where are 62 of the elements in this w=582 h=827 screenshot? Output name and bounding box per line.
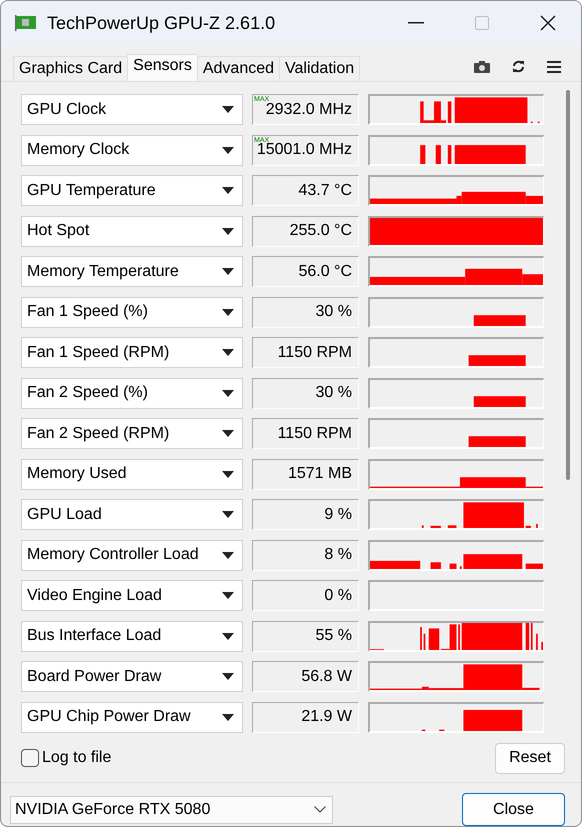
sensor-value: 43.7 °C [252,175,359,206]
sensor-dropdown[interactable]: Memory Controller Load [21,540,243,570]
minimize-icon[interactable] [408,22,424,24]
caret-icon [222,146,234,154]
sensor-dropdown[interactable]: GPU Chip Power Draw [21,702,243,732]
caret-icon [222,511,234,518]
reset-button[interactable]: Reset [495,742,565,774]
tab[interactable]: Validation [279,56,360,81]
sensor-value: 9 % [252,499,359,530]
checkbox-label: Log to file [42,749,112,767]
caret-icon [222,187,234,194]
sensor-value: 8 % [252,540,359,570]
sensor-dropdown[interactable]: Fan 1 Speed (RPM) [21,337,243,368]
sensor-dropdown[interactable]: GPU Clock [21,94,243,125]
refresh-icon[interactable] [512,60,525,73]
sensor-value: 55 % [252,620,359,652]
caret-icon [222,228,234,234]
sensor-value: 255.0 °C [252,216,359,246]
sensor-dropdown[interactable]: Bus Interface Load [21,620,243,652]
tab[interactable]: Graphics Card [13,56,128,81]
sensor-dropdown[interactable]: Fan 2 Speed (%) [21,378,243,408]
close-button[interactable]: Close [462,793,565,826]
caret-icon [222,592,234,599]
caret-icon [222,714,234,720]
menu-icon[interactable] [547,60,561,72]
sensor-value: 1571 MB [252,458,359,490]
close-icon[interactable] [540,15,556,31]
caret-icon [222,673,234,680]
sensor-dropdown[interactable]: Fan 2 Speed (RPM) [21,418,243,449]
caret-icon [222,390,234,396]
device-dropdown[interactable]: NVIDIA GeForce RTX 5080 [10,796,333,824]
caret-icon [222,349,234,356]
chevron-icon [314,806,326,813]
window-title: TechPowerUp GPU-Z 2.61.0 [47,12,276,34]
checkbox[interactable] [21,749,39,767]
sensor-value: 1150 RPM [252,418,359,449]
sensor-value: 56.0 °C [252,256,359,287]
caret-icon [222,268,234,275]
caret-icon [222,470,234,478]
sensor-dropdown[interactable]: Hot Spot [21,216,243,246]
graphics-card-icon [15,15,37,31]
sensor-value: 1150 RPM [252,337,359,368]
tab[interactable]: Sensors [127,54,198,81]
sensor-dropdown[interactable]: Memory Clock [21,134,243,166]
sensor-value: 0 % [252,580,359,611]
sensor-dropdown[interactable]: Memory Temperature [21,256,243,287]
sensor-dropdown[interactable]: Fan 1 Speed (%) [21,296,243,328]
sensor-value: 30 % [252,296,359,328]
sensor-dropdown[interactable]: Memory Used [21,458,243,490]
caret-icon [222,430,234,437]
sensor-dropdown[interactable]: GPU Temperature [21,175,243,206]
caret-icon [222,632,234,640]
sensor-value: 56.8 W [252,661,359,692]
sensor-value: 21.9 W [252,702,359,732]
sensor-dropdown[interactable]: Video Engine Load [21,580,243,611]
camera-icon[interactable] [474,60,490,72]
sensor-dropdown[interactable]: Board Power Draw [21,661,243,692]
sensor-value: 30 % [252,378,359,408]
caret-icon [222,106,234,113]
sensor-dropdown[interactable]: GPU Load [21,499,243,530]
caret-icon [222,552,234,558]
caret-icon [222,308,234,316]
